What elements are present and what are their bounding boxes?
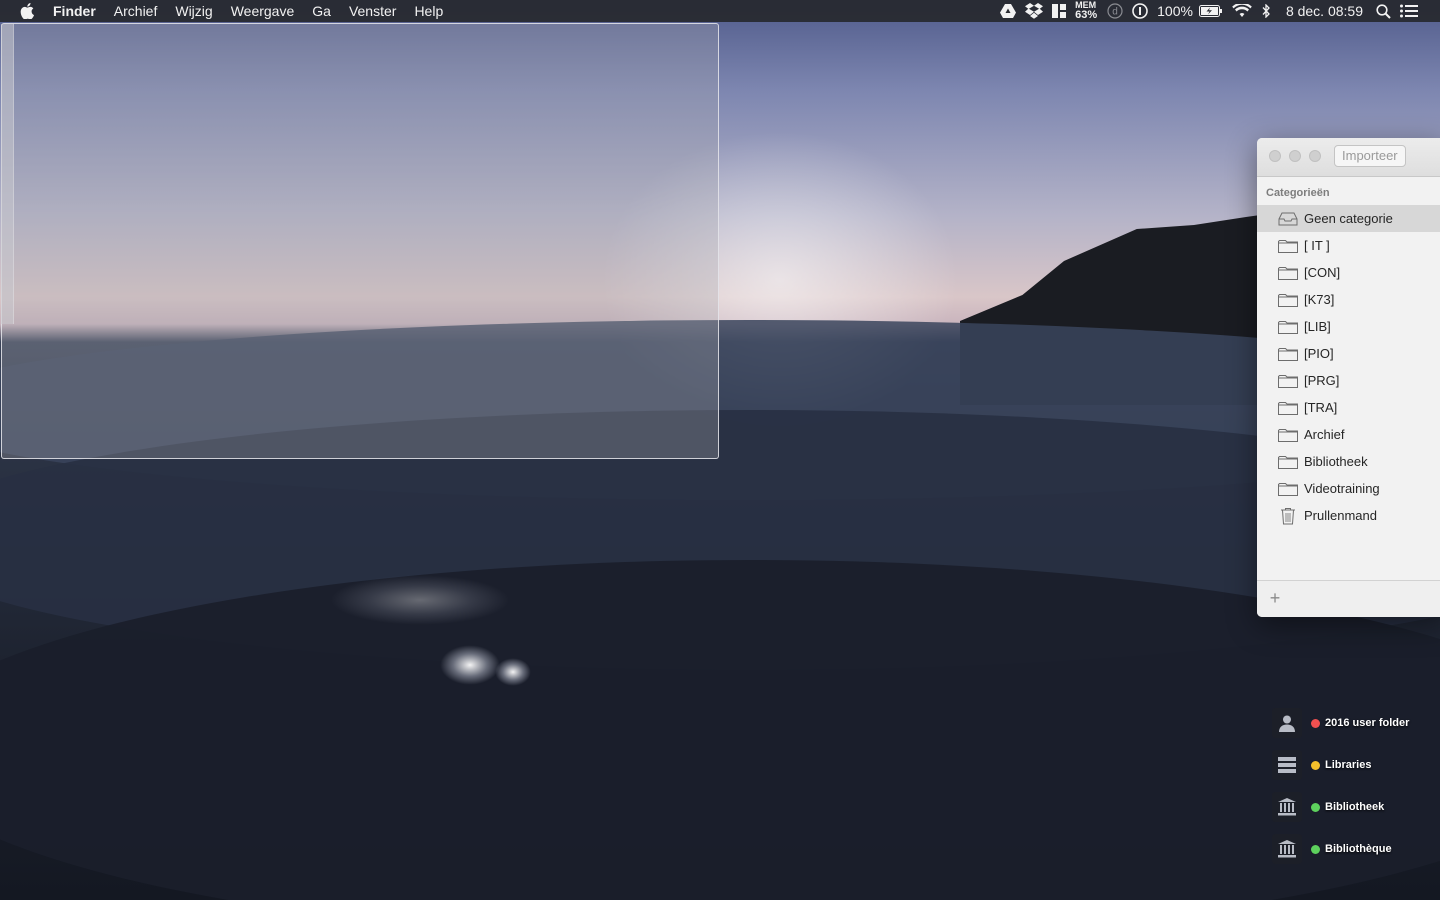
folder-icon: [1278, 238, 1298, 254]
tag-dot-yellow: [1311, 760, 1320, 770]
window-zoom-button[interactable]: [1309, 150, 1321, 162]
category-label: Geen categorie: [1304, 211, 1393, 226]
menu-help[interactable]: Help: [414, 0, 443, 22]
menu-venster[interactable]: Venster: [349, 0, 396, 22]
desktop-item-bibliotheek[interactable]: Bibliotheek: [1272, 786, 1440, 828]
category-item-k73[interactable]: [K73]: [1257, 286, 1440, 313]
wallpaper-glint: [440, 645, 500, 685]
category-item-con[interactable]: [CON]: [1257, 259, 1440, 286]
folder-icon: [1278, 319, 1298, 335]
google-drive-icon[interactable]: [1000, 0, 1017, 22]
fantastical-icon[interactable]: [1052, 0, 1067, 22]
library-icon: [1272, 834, 1302, 864]
category-label: [CON]: [1304, 265, 1341, 280]
desktop-item-label: 2016 user folder: [1325, 717, 1410, 729]
dash-icon[interactable]: d: [1107, 0, 1123, 22]
tag-dot-green: [1311, 802, 1320, 812]
category-item-it[interactable]: [ IT ]: [1257, 232, 1440, 259]
folder-icon: [1278, 454, 1298, 470]
category-label: [LIB]: [1304, 319, 1331, 334]
folder-icon: [1278, 373, 1298, 389]
folder-icon: [1278, 481, 1298, 497]
desktop-item-label: Bibliotheek: [1325, 801, 1385, 813]
translucent-window[interactable]: [1, 23, 719, 459]
category-label: [PIO]: [1304, 346, 1334, 361]
category-item-geen-categorie[interactable]: Geen categorie: [1257, 205, 1440, 232]
category-item-archief[interactable]: Archief: [1257, 421, 1440, 448]
category-list: Geen categorie [ IT ] [CON] [K73] [LIB]: [1257, 205, 1440, 529]
window-close-button[interactable]: [1269, 150, 1281, 162]
window-left-edge: [1, 24, 14, 324]
inbox-icon: [1278, 211, 1298, 227]
battery-icon[interactable]: [1198, 0, 1223, 22]
menu-bar-left: Finder Archief Wijzig Weergave Ga Venste…: [0, 0, 461, 22]
spotlight-icon[interactable]: [1376, 0, 1391, 22]
dropbox-icon[interactable]: [1025, 0, 1044, 22]
folder-icon: [1278, 346, 1298, 362]
desktop-item-label: Bibliothèque: [1325, 843, 1392, 855]
category-label: Archief: [1304, 427, 1345, 442]
importer-footer: +: [1257, 580, 1440, 617]
add-category-button[interactable]: +: [1267, 589, 1283, 607]
category-label: Bibliotheek: [1304, 454, 1368, 469]
tag-dot-red: [1311, 718, 1320, 728]
import-button[interactable]: Importeer: [1334, 145, 1406, 167]
battery-percentage[interactable]: 100%: [1157, 3, 1193, 19]
category-label: Prullenmand: [1304, 508, 1377, 523]
category-item-bibliotheek[interactable]: Bibliotheek: [1257, 448, 1440, 475]
menu-bar-status: MEM 63% d 100% 8 dec. 08:59: [1000, 0, 1440, 22]
user-folder-icon: [1272, 708, 1302, 738]
desktop-item-label: Libraries: [1325, 759, 1372, 771]
tag-dot-green: [1311, 844, 1320, 854]
apple-menu-icon[interactable]: [20, 3, 34, 20]
desktop-item-libraries[interactable]: Libraries: [1272, 744, 1440, 786]
wallpaper-glint: [330, 575, 510, 625]
folder-icon: [1278, 427, 1298, 443]
importer-titlebar[interactable]: Importeer: [1257, 138, 1440, 177]
trash-icon: [1278, 507, 1298, 524]
category-label: [PRG]: [1304, 373, 1340, 388]
desktop-item-user-folder[interactable]: 2016 user folder: [1272, 702, 1440, 744]
svg-text:d: d: [1112, 7, 1118, 18]
menu-app-name[interactable]: Finder: [53, 0, 96, 22]
desktop-items: 2016 user folder Libraries Bibliotheek B…: [1272, 702, 1440, 870]
folder-icon: [1278, 292, 1298, 308]
wallpaper-wave: [0, 560, 1440, 900]
categories-header: Categorieën: [1266, 187, 1330, 199]
category-label: Videotraining: [1304, 481, 1380, 496]
menu-bar: Finder Archief Wijzig Weergave Ga Venste…: [0, 0, 1440, 22]
menu-wijzig[interactable]: Wijzig: [175, 0, 212, 22]
wallpaper-glint: [495, 658, 531, 686]
mem-meter[interactable]: MEM 63%: [1075, 1, 1097, 21]
category-item-tra[interactable]: [TRA]: [1257, 394, 1440, 421]
desktop-item-bibliotheque[interactable]: Bibliothèque: [1272, 828, 1440, 870]
category-item-prg[interactable]: [PRG]: [1257, 367, 1440, 394]
category-item-lib[interactable]: [LIB]: [1257, 313, 1440, 340]
folder-icon: [1278, 265, 1298, 281]
library-icon: [1272, 792, 1302, 822]
category-item-videotraining[interactable]: Videotraining: [1257, 475, 1440, 502]
mem-value: 63%: [1075, 9, 1098, 21]
category-label: [K73]: [1304, 292, 1335, 307]
1password-icon[interactable]: [1132, 0, 1148, 22]
server-icon: [1272, 750, 1302, 780]
category-item-pio[interactable]: [PIO]: [1257, 340, 1440, 367]
menu-clock[interactable]: 8 dec. 08:59: [1286, 3, 1363, 19]
folder-icon: [1278, 400, 1298, 416]
bluetooth-icon[interactable]: [1261, 0, 1271, 22]
wifi-icon[interactable]: [1232, 0, 1252, 22]
menu-ga[interactable]: Ga: [312, 0, 331, 22]
category-item-prullenmand[interactable]: Prullenmand: [1257, 502, 1440, 529]
category-label: [ IT ]: [1304, 238, 1330, 253]
importer-window[interactable]: Importeer Categorieën Geen categorie [ I…: [1257, 138, 1440, 617]
category-label: [TRA]: [1304, 400, 1338, 415]
notification-center-icon[interactable]: [1400, 0, 1418, 22]
menu-weergave[interactable]: Weergave: [231, 0, 295, 22]
window-minimize-button[interactable]: [1289, 150, 1301, 162]
menu-archief[interactable]: Archief: [114, 0, 158, 22]
